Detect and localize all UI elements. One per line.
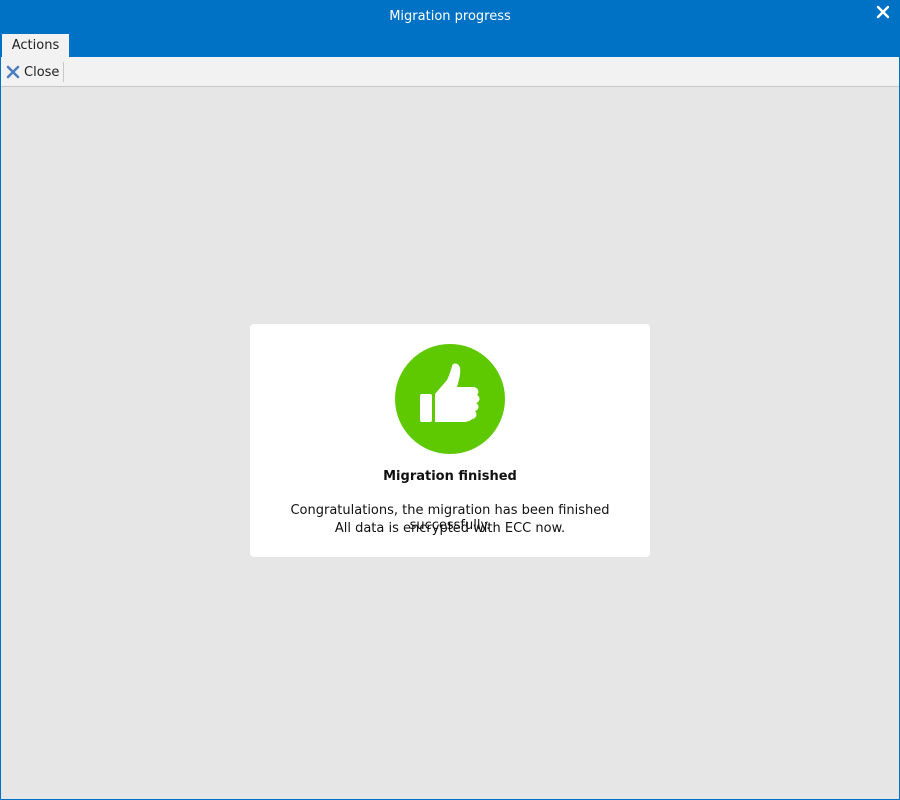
ribbon-toolbar: Close [1, 57, 899, 87]
window-title: Migration progress [389, 9, 511, 24]
close-icon [6, 65, 20, 79]
success-badge [395, 344, 505, 454]
migration-window: Migration progress Actions Close Migrati… [0, 0, 900, 800]
migration-finished-card: Migration finished Congratulations, the … [250, 324, 650, 557]
dialog-title: Migration finished [383, 469, 517, 484]
dialog-message-line2: All data is encrypted with ECC now. [334, 521, 566, 536]
close-button[interactable]: Close [6, 62, 59, 82]
thumbs-up-icon [420, 363, 480, 422]
close-button-label: Close [24, 64, 60, 80]
window-close-icon[interactable] [876, 5, 890, 19]
ribbon-separator [63, 62, 64, 82]
title-bar: Migration progress Actions [0, 0, 900, 57]
tab-actions[interactable]: Actions [2, 34, 69, 57]
